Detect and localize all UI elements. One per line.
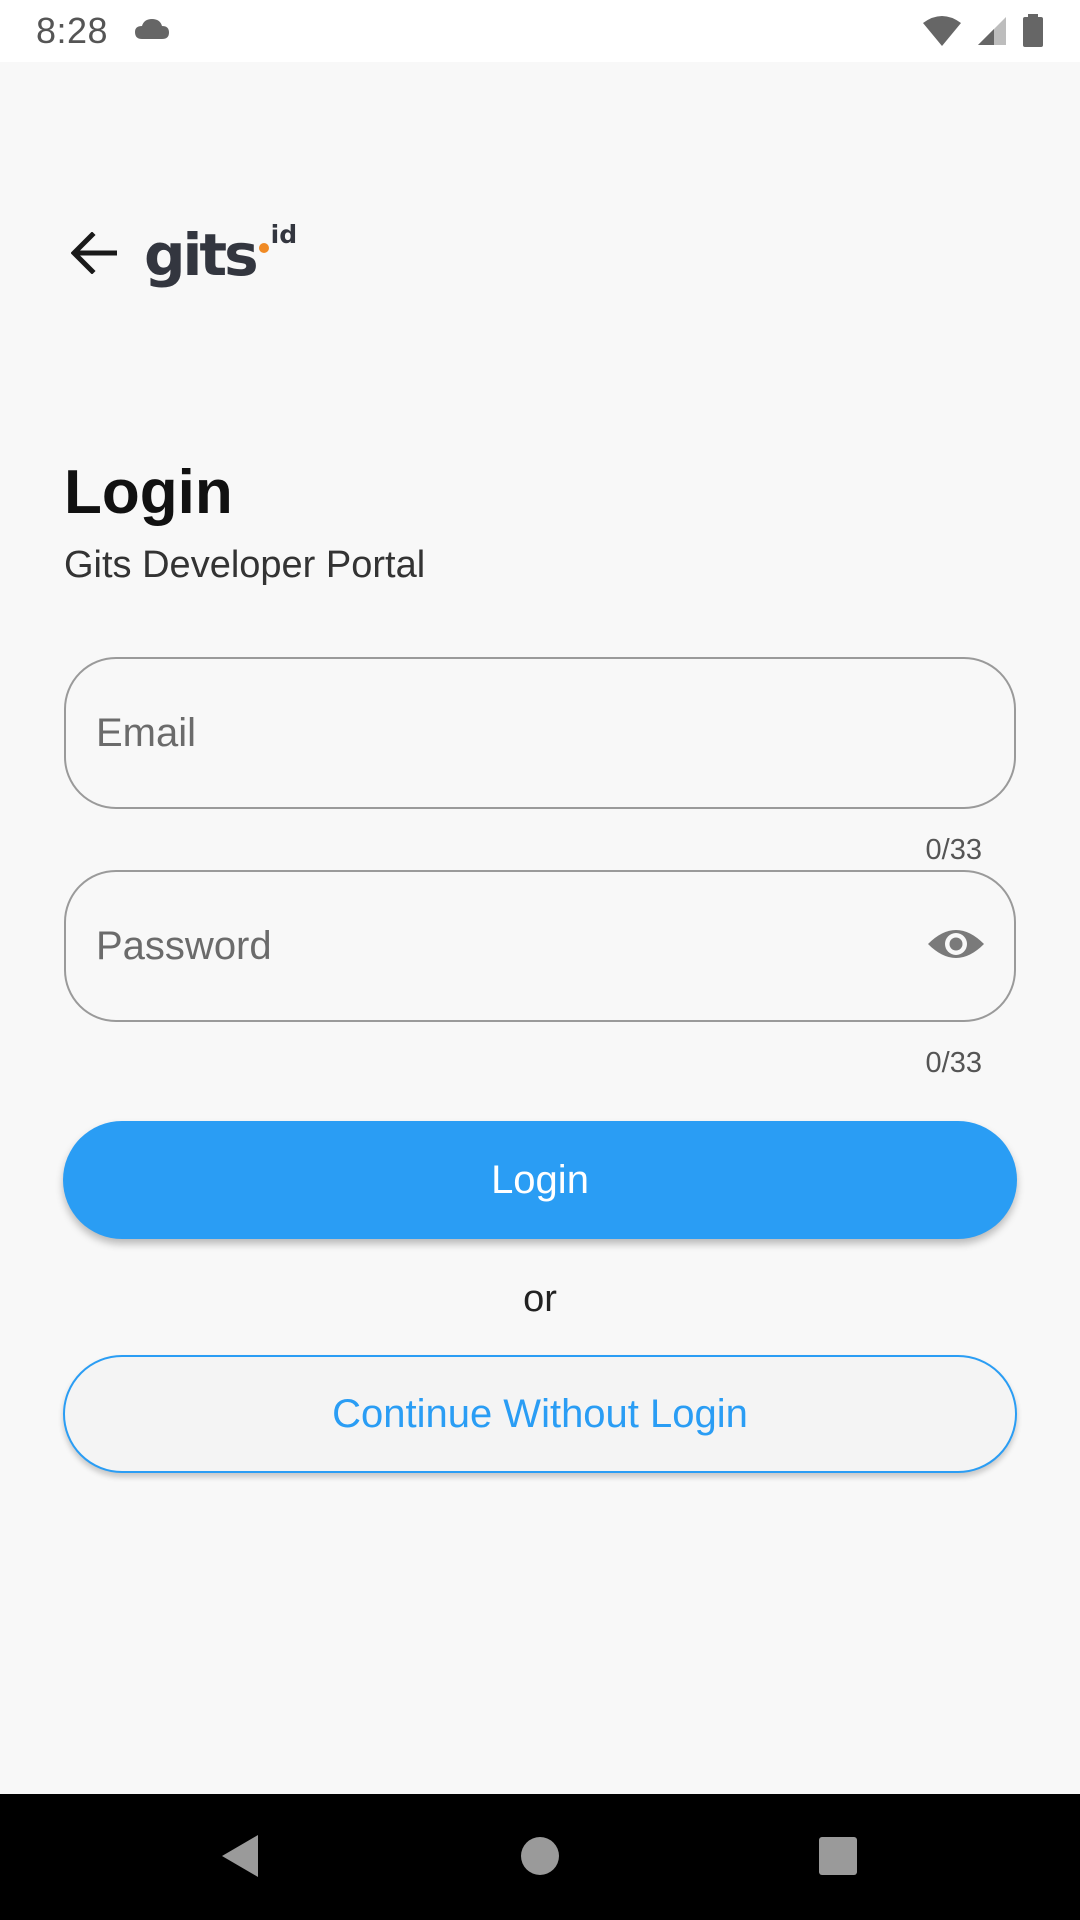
status-right [922,14,1044,48]
back-triangle-icon [220,1833,260,1884]
login-screen: 8:28 gits id Login Gits Developer Portal… [0,0,1080,1920]
cloud-icon [134,17,170,46]
gits-logo: gits id [144,220,297,289]
logo-word: gits [144,221,259,289]
logo-dot [258,243,269,253]
email-char-counter: 0/33 [925,834,982,866]
arrow-left-icon [70,230,118,279]
login-button[interactable]: Login [63,1121,1017,1239]
continue-without-login-button[interactable]: Continue Without Login [63,1355,1017,1473]
status-bar: 8:28 [0,0,1080,62]
signal-icon [976,15,1008,47]
or-separator: or [523,1278,557,1320]
nav-recents-button[interactable] [810,1830,866,1886]
email-field[interactable] [96,710,984,756]
home-circle-icon [520,1836,560,1881]
password-char-counter: 0/33 [925,1047,982,1079]
toggle-password-visibility-button[interactable] [924,914,988,978]
status-left: 8:28 [36,10,170,52]
back-button[interactable] [64,225,124,285]
recents-square-icon [818,1836,858,1881]
wifi-icon [922,15,962,47]
status-time: 8:28 [36,10,109,51]
logo-superscript: id [270,220,298,249]
eye-icon [926,924,986,969]
password-field[interactable] [96,923,924,969]
page-subtitle: Gits Developer Portal [64,544,426,586]
nav-back-button[interactable] [212,1830,268,1886]
nav-home-button[interactable] [512,1830,568,1886]
navigation-bar [0,1794,1080,1920]
password-field-container [64,870,1016,1022]
page-title: Login [64,458,233,527]
email-field-container [64,657,1016,809]
battery-icon [1022,14,1044,48]
app-header: gits id [64,220,297,289]
